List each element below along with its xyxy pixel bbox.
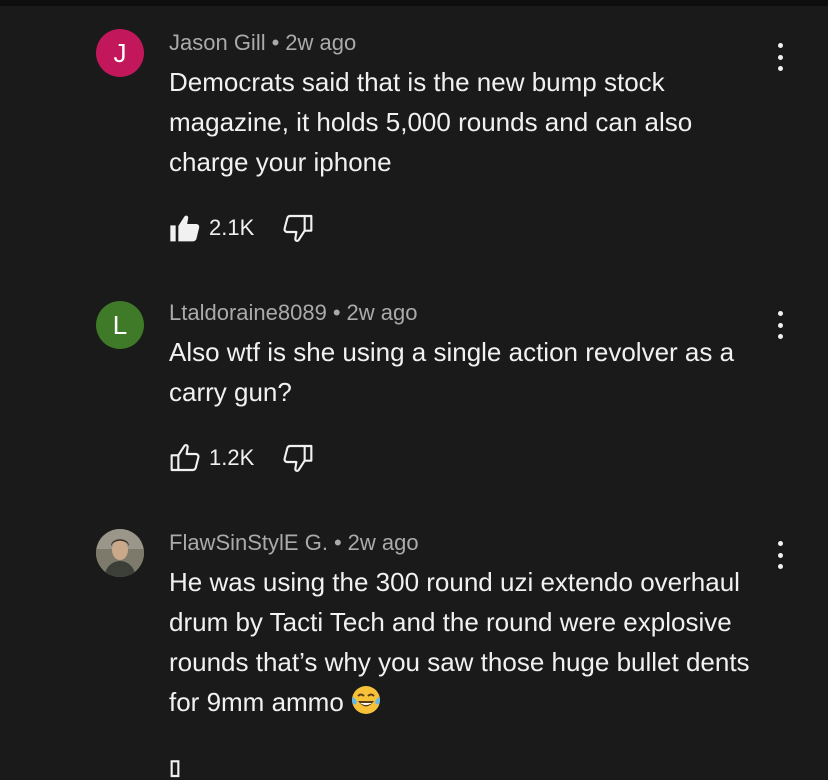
comment-meta: FlawSinStylE G. • 2w ago — [169, 530, 419, 556]
comment-text: Democrats said that is the new bump stoc… — [169, 67, 693, 177]
more-vertical-icon[interactable] — [768, 308, 792, 342]
top-bar — [0, 0, 828, 6]
comment-time[interactable]: 2w ago — [348, 530, 419, 555]
avatar-photo — [96, 529, 144, 577]
thumbs-down-icon[interactable] — [282, 212, 314, 244]
avatar-letter: L — [112, 309, 128, 340]
avatar[interactable] — [96, 529, 144, 577]
comment-author[interactable]: Jason Gill — [169, 30, 266, 55]
more-vertical-icon[interactable] — [768, 40, 792, 74]
meta-separator: • — [332, 300, 341, 325]
like-count: 2.1K — [209, 215, 255, 240]
comment-time[interactable]: 2w ago — [285, 30, 356, 55]
like-count: 1.2K — [209, 445, 255, 470]
avatar[interactable]: L — [96, 301, 144, 349]
comment-text: Also wtf is she using a single action re… — [169, 337, 735, 407]
comment-author[interactable]: Ltaldoraine8089 — [169, 300, 327, 325]
comment-meta: Ltaldoraine8089 • 2w ago — [169, 300, 417, 326]
meta-separator: • — [271, 30, 280, 55]
thumbs-up-icon[interactable] — [169, 442, 201, 474]
thumbs-up-icon[interactable] — [169, 212, 201, 244]
thumbs-down-icon[interactable] — [282, 442, 314, 474]
comment-actions: 2.1K — [169, 212, 314, 244]
comment-text-content: He was using the 300 round uzi extendo o… — [169, 567, 750, 717]
comment-author[interactable]: FlawSinStylE G. — [169, 530, 328, 555]
comment-meta: Jason Gill • 2w ago — [169, 30, 356, 56]
comment-actions — [169, 748, 201, 780]
avatar-letter: J — [113, 37, 127, 68]
comment-actions: 1.2K — [169, 442, 314, 474]
thumbs-up-icon[interactable] — [169, 748, 201, 780]
comment-text: He was using the 300 round uzi extendo o… — [169, 562, 769, 722]
comment-time[interactable]: 2w ago — [347, 300, 418, 325]
meta-separator: • — [333, 530, 342, 555]
avatar[interactable]: J — [96, 29, 144, 77]
face-with-tears-of-joy-emoji — [351, 686, 380, 714]
more-vertical-icon[interactable] — [768, 538, 792, 572]
